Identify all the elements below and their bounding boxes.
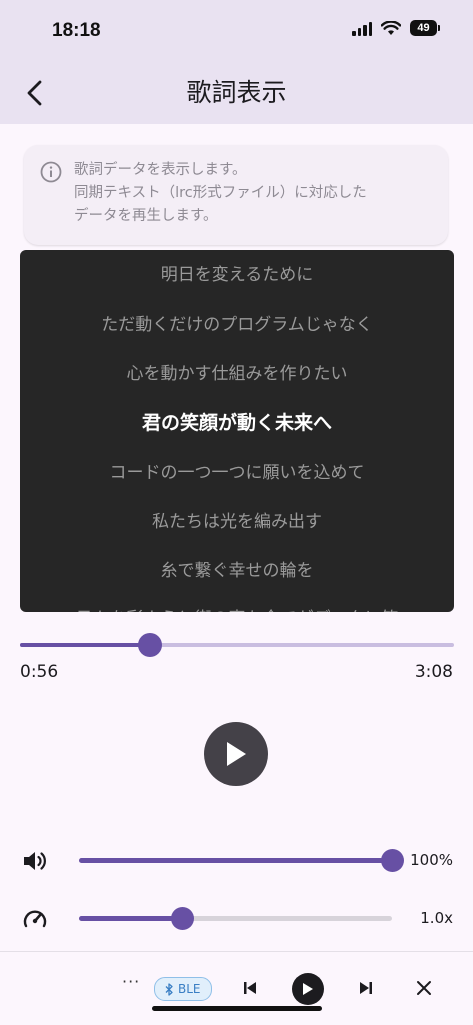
page-title: 歌詞表示 [186,78,287,107]
speed-slider[interactable] [79,907,392,930]
lyrics-panel[interactable]: 明日を変えるために ただ動くだけのプログラムじゃなく 心を動かす仕組みを作りたい… [20,250,454,612]
volume-thumb[interactable] [381,849,404,872]
wifi-icon [381,20,401,35]
play-icon [227,742,246,766]
play-button[interactable] [204,722,268,786]
bluetooth-icon [165,982,173,996]
info-line: 同期テキスト（lrc形式ファイル）に対応した [74,185,367,201]
home-indicator [152,1006,322,1011]
total-time: 3:08 [414,662,453,682]
skip-next-icon [360,982,372,994]
close-button[interactable] [414,978,434,998]
seek-slider[interactable] [20,633,454,657]
speed-level [79,916,183,921]
lyric-line[interactable]: 糸で繋ぐ幸せの輪を [20,556,454,581]
volume-level [79,858,392,863]
more-button[interactable]: ··· [122,972,140,991]
volume-value: 100% [410,851,453,869]
info-line: データを再生します。 [74,208,218,224]
lyric-line[interactable]: 心を動かす仕組みを作りたい [20,359,454,384]
previous-button[interactable] [240,978,260,998]
info-card: 歌詞データを表示します。 同期テキスト（lrc形式ファイル）に対応した データを… [24,145,448,245]
info-icon [40,161,62,183]
seek-progress [20,643,151,647]
volume-slider[interactable] [79,849,404,872]
skip-previous-icon [244,982,256,994]
speed-value: 1.0x [420,909,453,927]
lyric-line[interactable]: ただ動くだけのプログラムじゃなく [20,310,454,335]
close-icon [417,981,431,995]
info-text: 歌詞データを表示します。 同期テキスト（lrc形式ファイル）に対応した データを… [74,159,432,228]
battery-icon: 49 [410,20,440,36]
volume-icon[interactable] [22,849,48,873]
lyric-line[interactable]: 明日を変えるために [20,260,454,285]
lyric-line-current[interactable]: 君の笑顔が動く未来へ [20,408,454,435]
lyric-line[interactable]: コードの一つ一つに願いを込めて [20,458,454,483]
mini-player: ··· BLE [0,951,473,1025]
app-bar: 歌詞表示 [0,62,473,124]
speed-thumb[interactable] [171,907,195,930]
status-time: 18:18 [52,20,101,41]
next-button[interactable] [356,978,376,998]
speedometer-icon[interactable] [22,907,48,931]
lyric-line[interactable]: 日々を彩ようと街の声も全てがデータに笑 [20,604,454,612]
cellular-signal-icon [352,21,372,36]
info-line: 歌詞データを表示します。 [74,162,247,178]
lyric-line[interactable]: 私たちは光を編み出す [20,507,454,532]
status-bar: 18:18 49 [0,0,473,62]
ble-badge[interactable]: BLE [154,977,212,1001]
seek-thumb[interactable] [138,633,163,657]
mini-play-button[interactable] [292,973,324,1005]
ble-label: BLE [178,982,201,996]
elapsed-time: 0:56 [20,662,59,682]
play-icon [303,983,313,995]
status-icons: 49 [352,20,440,36]
